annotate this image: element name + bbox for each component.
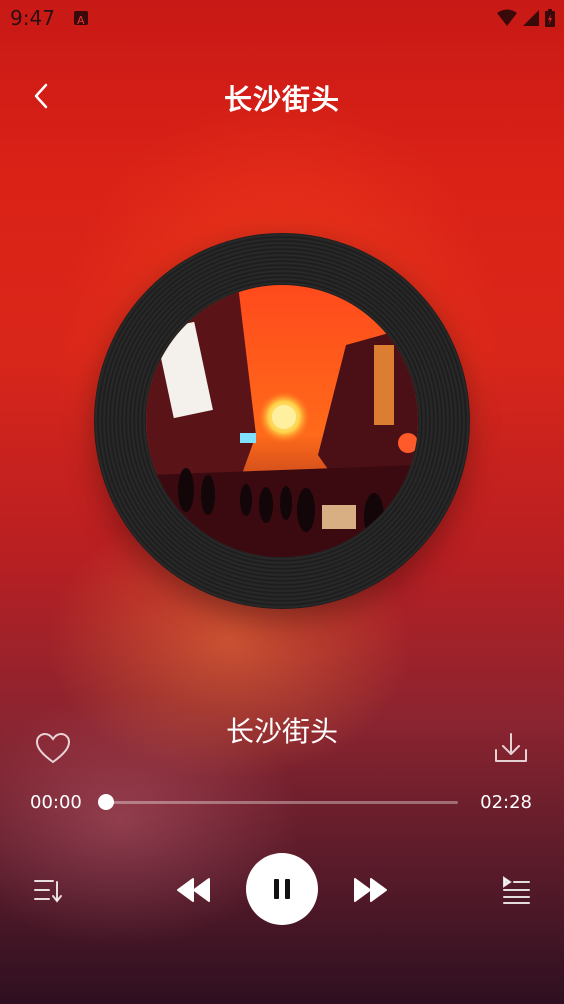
page-title: 长沙街头: [223, 83, 340, 116]
playlist-button[interactable]: [30, 872, 66, 908]
battery-icon: [545, 9, 555, 27]
download-icon: [495, 733, 527, 762]
current-time: 00:00: [30, 792, 82, 813]
playlist-sort-icon: [34, 880, 62, 903]
rewind-button[interactable]: [172, 871, 214, 909]
download-button[interactable]: [492, 730, 530, 768]
status-bar: 9:47 A: [0, 0, 564, 36]
queue-button[interactable]: [498, 872, 534, 908]
progress-track[interactable]: [106, 801, 458, 804]
pause-button[interactable]: [246, 853, 318, 925]
fast-forward-icon: [354, 878, 387, 902]
notification-icon: A: [74, 11, 88, 27]
status-icons: [496, 8, 556, 28]
favorite-button[interactable]: [34, 730, 72, 768]
forward-button[interactable]: [350, 871, 392, 909]
queue-icon: [503, 876, 530, 904]
progress-thumb[interactable]: [98, 794, 114, 810]
song-title: 长沙街头: [225, 715, 338, 748]
signal-icon: [523, 10, 539, 26]
rewind-icon: [177, 878, 210, 902]
status-time: 9:47: [10, 6, 55, 30]
heart-icon: [35, 732, 71, 764]
total-time: 02:28: [480, 792, 532, 813]
album-cover: [146, 285, 418, 557]
svg-text:A: A: [77, 14, 85, 26]
pause-icon: [274, 879, 290, 899]
wifi-icon: [497, 9, 517, 26]
